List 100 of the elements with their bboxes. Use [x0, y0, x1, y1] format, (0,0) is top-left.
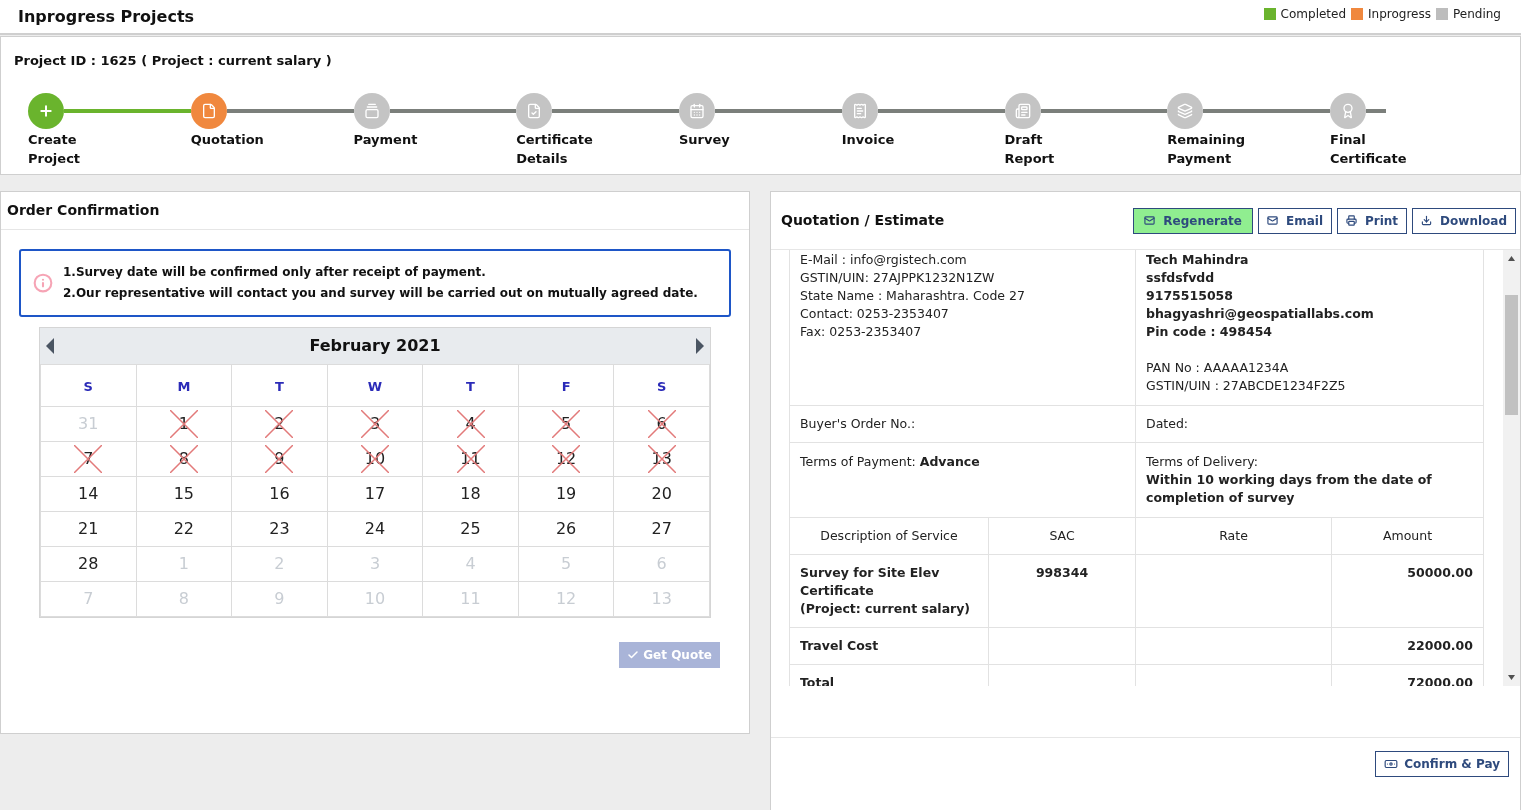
- calendar-day[interactable]: 15: [173, 484, 194, 503]
- delivery-terms: Within 10 working days from the date of completion of survey: [1146, 471, 1433, 507]
- seller-detail: GSTIN/UIN: 27AJPPK1232N1ZW: [800, 269, 996, 287]
- table-cell: Travel Cost: [789, 627, 989, 665]
- buyer-detail: bhagyashri@geospatiallabs.com: [1146, 305, 1375, 323]
- calendar-day[interactable]: 18: [460, 484, 481, 503]
- table-cell: 50000.00: [1331, 554, 1484, 628]
- calendar-day[interactable]: 21: [78, 519, 99, 538]
- legend-label: Inprogress: [1368, 6, 1431, 23]
- calendar-day[interactable]: 27: [651, 519, 672, 538]
- legend-label: Completed: [1280, 6, 1347, 23]
- buyer-tax-detail: PAN No : AAAAA1234A: [1146, 359, 1290, 377]
- seller-detail: E-Mail : info@rgistech.com: [800, 251, 968, 269]
- weekday-label: T: [274, 378, 284, 394]
- cross-icon: [647, 410, 676, 438]
- weekday-label: F: [561, 378, 571, 394]
- action-button[interactable]: Print: [1337, 207, 1408, 234]
- step-label: Create Project: [28, 130, 82, 168]
- envelope-icon: [1266, 215, 1278, 226]
- check-icon: [627, 649, 640, 661]
- calendar-icon: [689, 102, 705, 119]
- table-cell: Survey for Site Elev Certificate (Project: current salary): [789, 554, 989, 628]
- buyer-detail: 9175515058: [1146, 287, 1234, 305]
- buyer-detail: Pin code : 498454: [1146, 323, 1274, 341]
- panel-title: Order Confirmation: [7, 201, 160, 220]
- info-icon: [33, 273, 53, 293]
- weekday-label: W: [367, 378, 383, 394]
- project-heading: Project ID : 1625 ( Project : current salary ): [14, 52, 333, 70]
- column-header: SAC: [988, 517, 1136, 555]
- step-label: Quotation: [190, 130, 265, 149]
- dated-label: Dated:: [1146, 415, 1189, 431]
- weekday-label: S: [83, 378, 93, 394]
- calendar-day[interactable]: 14: [78, 484, 99, 503]
- cross-icon: [169, 445, 198, 473]
- weekday-label: S: [657, 378, 667, 394]
- page-title: Inprogress Projects: [18, 5, 195, 28]
- download-icon: [1421, 215, 1433, 226]
- column-header: Amount: [1331, 517, 1484, 555]
- money-icon: [1384, 757, 1399, 771]
- calendar-day[interactable]: 23: [269, 519, 290, 538]
- previous-month-icon[interactable]: [46, 338, 54, 354]
- info-note: 1.Survey date will be confirmed only after receipt of payment.: [63, 264, 487, 281]
- info-note: 2.Our representative will contact you and survey will be carried out on mutually agreed date.: [63, 285, 698, 302]
- document-icon: [200, 102, 217, 119]
- layers-icon: [1177, 102, 1194, 119]
- certificate-icon: [1340, 102, 1356, 119]
- calendar-day[interactable]: 16: [269, 484, 290, 503]
- month-title: February 2021: [309, 335, 441, 357]
- newspaper-icon: [1014, 102, 1031, 119]
- step-label: Draft Report: [1004, 130, 1056, 168]
- calendar-day[interactable]: 22: [173, 519, 194, 538]
- column-header: Rate: [1135, 517, 1332, 555]
- cross-icon: [456, 410, 485, 438]
- receipt-icon: [851, 102, 868, 119]
- cross-icon: [169, 410, 198, 438]
- cross-icon: [552, 410, 581, 438]
- step-label: Payment: [353, 130, 419, 149]
- document-check-icon: [526, 102, 543, 119]
- legend-label: Pending: [1453, 6, 1501, 23]
- table-cell: 998344: [988, 554, 1136, 628]
- step-label: Invoice: [841, 130, 896, 149]
- scrollbar-drawing[interactable]: [1503, 250, 1520, 686]
- payment-terms: Terms of Payment: Advance: [800, 454, 980, 469]
- calendar-day[interactable]: 17: [364, 484, 386, 503]
- step-label: Survey: [679, 130, 731, 149]
- buyer-detail: Tech Mahindra: [1146, 251, 1250, 269]
- plus-icon: [38, 102, 54, 119]
- step-label: Certificate Details: [516, 130, 594, 168]
- calendar-day[interactable]: 25: [460, 519, 481, 538]
- step-label: Remaining Payment: [1167, 130, 1247, 168]
- action-button[interactable]: Download: [1412, 207, 1516, 234]
- calendar-day[interactable]: 24: [364, 519, 386, 538]
- calendar-day[interactable]: 26: [555, 519, 577, 538]
- cross-icon: [265, 410, 294, 438]
- printer-icon: [1346, 215, 1357, 226]
- envelope-icon: [1144, 215, 1156, 226]
- seller-detail: State Name : Maharashtra. Code 27: [800, 287, 1026, 305]
- panel-title: Quotation / Estimate: [781, 211, 945, 230]
- action-button[interactable]: Email: [1257, 207, 1332, 234]
- step-label: Final Certificate: [1330, 130, 1408, 168]
- table-cell: 22000.00: [1331, 627, 1484, 665]
- calendar-day[interactable]: 20: [651, 484, 672, 503]
- cards-icon: [363, 102, 380, 119]
- confirm-pay-button[interactable]: Confirm & Pay: [1375, 751, 1509, 777]
- buyer-detail: ssfdsfvdd: [1146, 269, 1216, 287]
- next-month-icon[interactable]: [696, 338, 704, 354]
- cross-icon: [360, 410, 389, 438]
- weekday-label: M: [177, 378, 191, 394]
- weekday-label: T: [466, 378, 475, 394]
- delivery-terms-label: Terms of Delivery:: [1146, 453, 1259, 471]
- calendar-day[interactable]: 28: [78, 554, 99, 573]
- seller-detail: Fax: 0253-2353407: [800, 323, 923, 341]
- cross-icon: [74, 445, 103, 473]
- action-button[interactable]: Regenerate: [1133, 207, 1253, 234]
- cross-icon: [265, 445, 294, 473]
- seller-detail: Contact: 0253-2353407: [800, 305, 950, 323]
- column-header: Description of Service: [789, 517, 989, 555]
- calendar-day[interactable]: 19: [555, 484, 577, 503]
- buyer-order-label: Buyer's Order No.:: [800, 415, 916, 431]
- buyer-tax-detail: GSTIN/UIN : 27ABCDE1234F2Z5: [1146, 377, 1347, 395]
